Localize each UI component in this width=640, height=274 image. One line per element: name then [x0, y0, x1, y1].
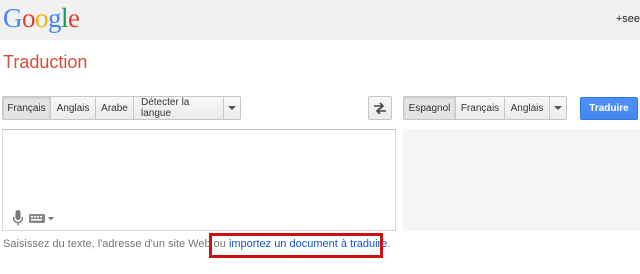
source-lang-anglais[interactable]: Anglais — [50, 96, 96, 120]
logo-letter-o1: o — [22, 3, 36, 33]
source-lang-arabe[interactable]: Arabe — [95, 96, 134, 120]
translation-output — [403, 129, 640, 231]
source-lang-detect[interactable]: Détecter la langue — [133, 96, 224, 120]
user-link[interactable]: +see — [616, 13, 640, 25]
chevron-down-icon — [228, 105, 236, 110]
keyboard-icon[interactable] — [29, 214, 55, 223]
hint-suffix: . — [387, 238, 391, 250]
top-bar: Google +see — [0, 0, 640, 40]
logo-letter-o2: o — [35, 3, 49, 33]
logo-letter-l: l — [61, 3, 69, 33]
hint-text: Saisissez du texte, l'adresse d'un site … — [3, 238, 229, 250]
source-language-group: Français Anglais Arabe Détecter la langu… — [2, 96, 241, 120]
target-language-group: Espagnol Français Anglais — [403, 96, 567, 120]
logo-letter-e: e — [68, 3, 80, 33]
target-lang-anglais[interactable]: Anglais — [504, 96, 550, 120]
page-title: Traduction — [3, 52, 88, 72]
swap-arrows-icon — [374, 102, 386, 114]
source-text-input[interactable] — [2, 129, 396, 231]
target-lang-dropdown[interactable] — [549, 96, 567, 120]
translate-button[interactable]: Traduire — [580, 97, 638, 120]
logo-letter-g2: g — [48, 3, 62, 33]
google-logo[interactable]: Google — [3, 1, 80, 35]
annotation-highlight-box — [209, 233, 383, 258]
microphone-icon[interactable] — [13, 210, 23, 226]
target-lang-francais[interactable]: Français — [455, 96, 505, 120]
swap-languages-button[interactable] — [368, 96, 392, 120]
chevron-down-icon — [554, 105, 562, 110]
source-lang-dropdown[interactable] — [223, 96, 241, 120]
target-lang-espagnol[interactable]: Espagnol — [403, 96, 456, 120]
source-lang-francais[interactable]: Français — [2, 96, 51, 120]
logo-letter-g: G — [3, 3, 23, 33]
